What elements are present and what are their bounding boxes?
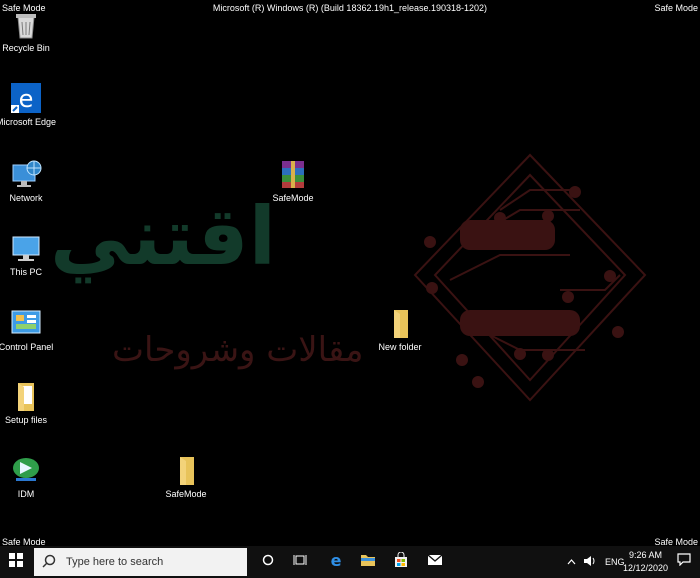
language-indicator[interactable]: ENG (605, 557, 625, 567)
computer-icon (10, 232, 42, 264)
show-hidden-icons-button[interactable] (565, 557, 577, 567)
winrar-archive-icon (277, 158, 309, 190)
taskbar-edge-button[interactable]: e (320, 546, 352, 578)
svg-text:e: e (331, 552, 342, 568)
desktop-icon-safemode-archive[interactable]: SafeMode (258, 158, 328, 204)
system-tray: ENG (565, 546, 625, 578)
svg-text:e: e (19, 85, 34, 113)
desktop-icon-control-panel[interactable]: Control Panel (0, 307, 61, 353)
folder-icon (10, 380, 42, 412)
start-button[interactable] (0, 546, 32, 578)
action-center-button[interactable] (668, 546, 700, 578)
desktop-icon-safemode-folder[interactable]: SafeMode (151, 454, 221, 500)
desktop-icon-label: New folder (378, 342, 422, 352)
edge-icon: e (328, 551, 344, 573)
windows-logo-icon (9, 552, 23, 572)
mail-envelope-icon (427, 553, 443, 571)
store-bag-icon (393, 551, 409, 573)
desktop-icon-label: IDM (17, 489, 35, 499)
desktop-icon-idm[interactable]: IDM (0, 454, 61, 500)
desktop-icon-microsoft-edge[interactable]: e Microsoft Edge (0, 82, 61, 128)
control-panel-icon (10, 307, 42, 339)
watermark-subtitle: مقالات وشروحات (112, 330, 364, 370)
taskbar: Type here to search e ENG 9:26 AM 12/12/… (0, 546, 700, 578)
desktop-icon-label: This PC (9, 267, 42, 277)
chevron-up-icon (567, 559, 575, 565)
clock-time: 9:26 AM (628, 550, 662, 560)
folder-icon (170, 454, 202, 486)
desktop-icon-label: Control Panel (0, 342, 54, 352)
desktop-icon-label: SafeMode (165, 489, 207, 499)
desktop-icon-label: SafeMode (272, 193, 314, 203)
folder-icon (384, 307, 416, 339)
speaker-icon (584, 556, 595, 566)
search-placeholder: Type here to search (66, 556, 164, 568)
taskbar-search-box[interactable]: Type here to search (34, 548, 247, 576)
desktop-icon-label: Network (9, 193, 43, 203)
taskbar-file-explorer-button[interactable] (352, 546, 384, 578)
desktop-icon-label: Setup files (4, 415, 48, 425)
build-string: Microsoft (R) Windows (R) (Build 18362.1… (212, 3, 488, 13)
desktop-icon-setup-files[interactable]: Setup files (0, 380, 61, 426)
desktop-icon-this-pc[interactable]: This PC (0, 232, 61, 278)
network-icon (10, 158, 42, 190)
desktop-icon-new-folder[interactable]: New folder (365, 307, 435, 353)
task-view-icon (293, 553, 307, 571)
taskbar-clock[interactable]: 9:26 AM 12/12/2020 (623, 549, 668, 575)
edge-icon: e (10, 82, 42, 114)
recycle-bin-icon (10, 8, 42, 40)
watermark-logo-icon (413, 153, 647, 402)
watermark-title: اقتني (50, 190, 277, 283)
desktop-icon-label: Recycle Bin (2, 43, 50, 53)
clock-date: 12/12/2020 (622, 563, 668, 573)
notification-icon (677, 553, 691, 571)
cortana-button[interactable] (252, 546, 284, 578)
idm-icon (10, 454, 42, 486)
search-icon (42, 554, 66, 571)
taskbar-store-button[interactable] (385, 546, 417, 578)
desktop-icon-label: Microsoft Edge (0, 117, 57, 127)
desktop-icon-recycle-bin[interactable]: Recycle Bin (0, 8, 61, 54)
taskbar-mail-button[interactable] (419, 546, 451, 578)
file-explorer-icon (360, 553, 376, 572)
volume-button[interactable] (583, 555, 597, 569)
cortana-circle-icon (262, 553, 274, 571)
task-view-button[interactable] (284, 546, 316, 578)
desktop-icon-network[interactable]: Network (0, 158, 61, 204)
